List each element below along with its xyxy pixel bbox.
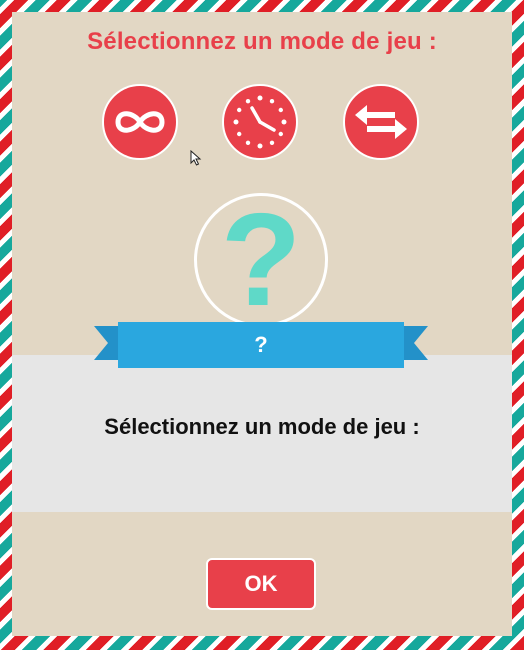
- mode-button-timer[interactable]: [222, 84, 298, 160]
- mode-button-infinite[interactable]: [102, 84, 178, 160]
- mode-name-ribbon: ?: [94, 316, 428, 372]
- ribbon-label: ?: [118, 322, 404, 368]
- ok-button[interactable]: OK: [206, 558, 316, 610]
- dialog-panel: Sélectionnez un mode de jeu : ? ? Sélect…: [12, 12, 512, 636]
- mode-button-versus[interactable]: [343, 84, 419, 160]
- question-mark-icon: ?: [220, 193, 302, 327]
- mode-description: Sélectionnez un mode de jeu :: [104, 414, 420, 439]
- mouse-cursor-icon: [190, 149, 202, 171]
- swap-arrows-icon: [351, 102, 411, 142]
- selected-mode-display: ?: [194, 193, 328, 327]
- infinity-icon: [111, 102, 169, 142]
- page-title: Sélectionnez un mode de jeu :: [87, 28, 437, 55]
- clock-icon: [230, 92, 290, 152]
